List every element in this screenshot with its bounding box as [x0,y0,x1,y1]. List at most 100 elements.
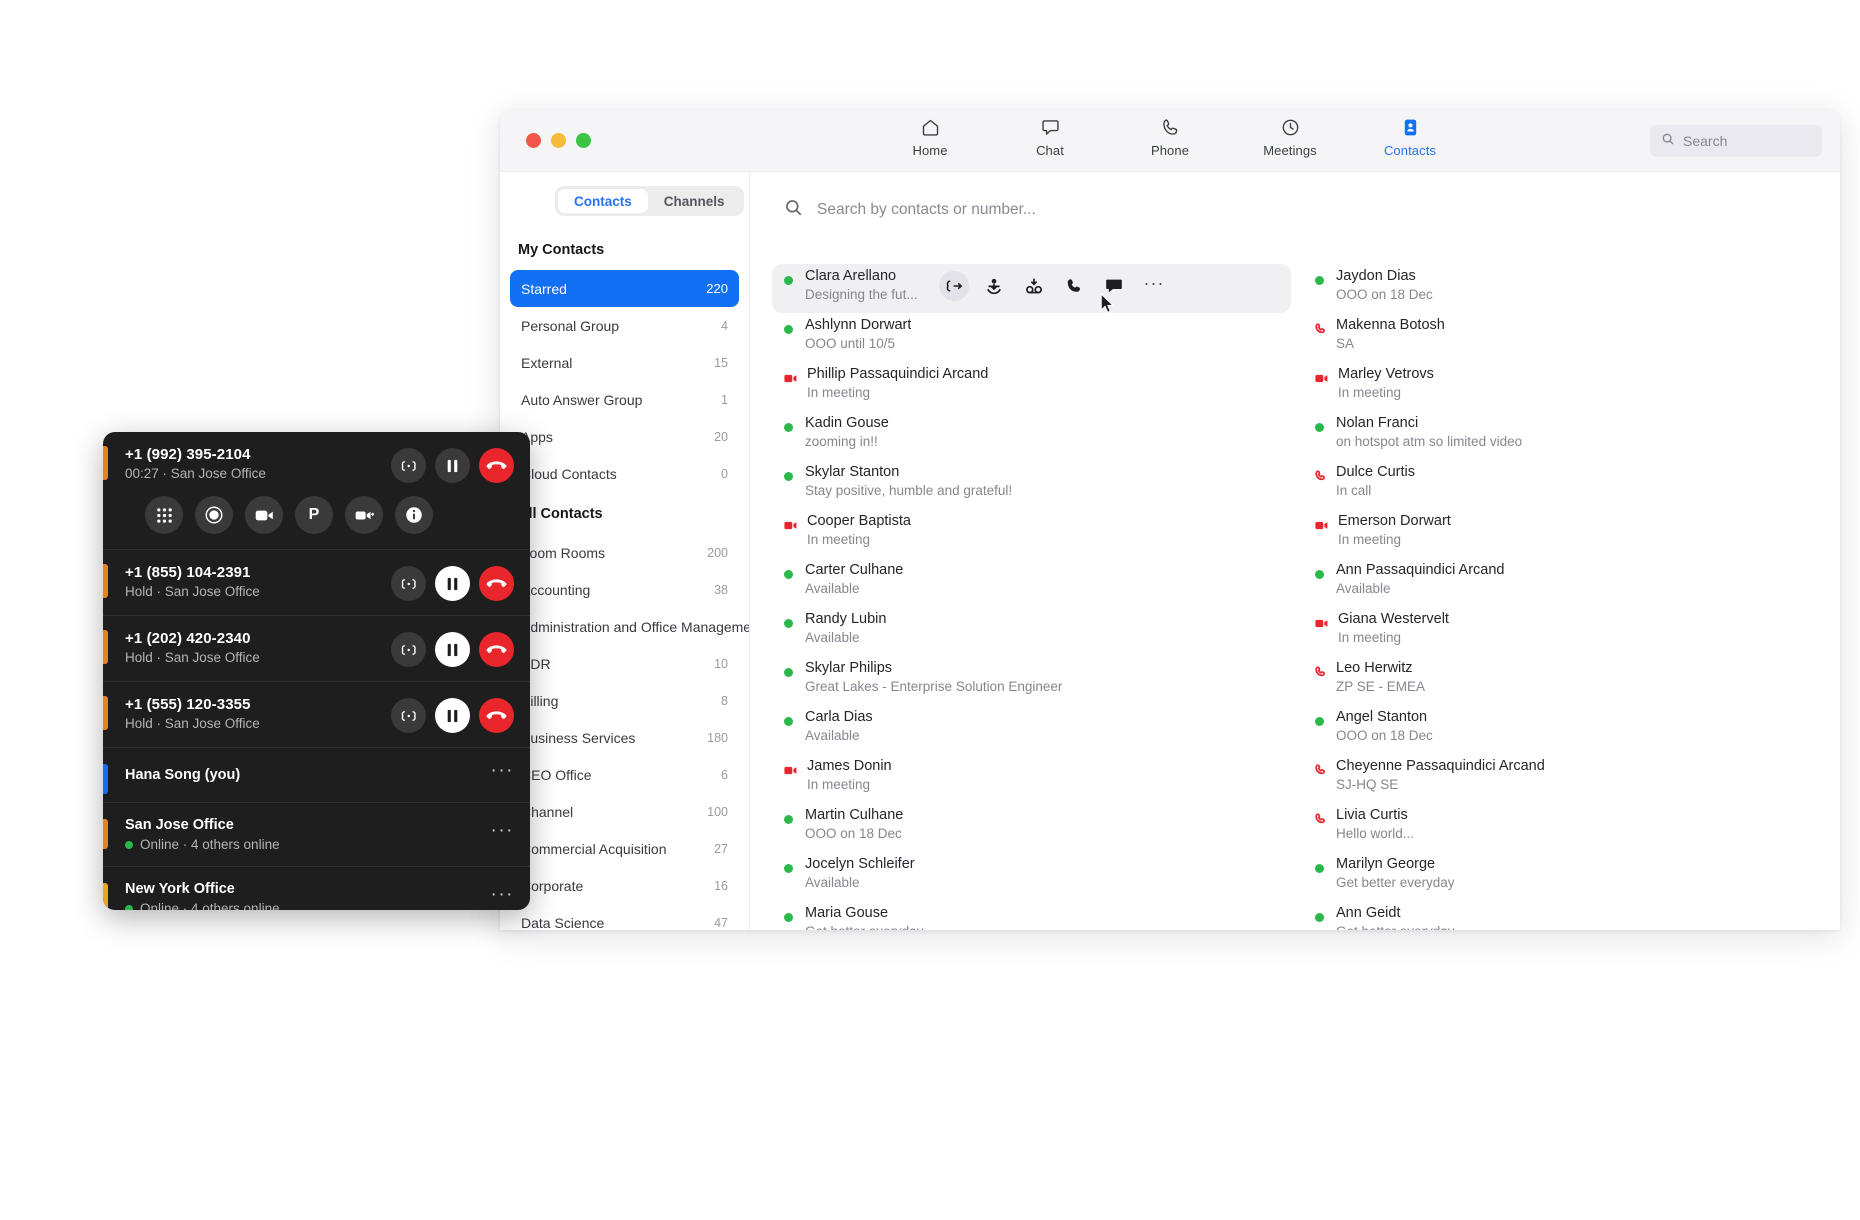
call-transfer-icon[interactable] [939,271,969,301]
line-item-new-york-office[interactable]: New York Office Online · 4 others online… [103,867,530,910]
contact-row[interactable]: Livia CurtisHello world... [1303,803,1822,852]
more-options-icon[interactable]: ··· [1139,271,1169,301]
call-item-hold-2[interactable]: +1 (202) 420-2340 Hold · San Jose Office [103,616,530,681]
contact-row[interactable]: Ashlynn DorwartOOO until 10/5 [772,313,1291,362]
call-item-active[interactable]: +1 (992) 395-2104 00:27 · San Jose Offic… [103,432,530,549]
contact-row[interactable]: Dulce CurtisIn call [1303,460,1822,509]
contact-row[interactable]: Makenna BotoshSA [1303,313,1822,362]
sidebar-item-data-science[interactable]: Data Science 47 [510,904,739,930]
contact-row[interactable]: Cheyenne Passaquindici ArcandSJ-HQ SE [1303,754,1822,803]
main-nav-tabs[interactable]: Home Chat Phone Meetings [500,116,1840,158]
sidebar-item-auto-answer-group[interactable]: Auto Answer Group 1 [510,381,739,418]
call-controls[interactable] [391,632,514,667]
tab-contacts[interactable]: Contacts [558,189,648,213]
call-controls[interactable] [391,698,514,733]
contact-row[interactable]: Ann GeidtGet better everyday [1303,901,1822,930]
voicemail-drop-icon[interactable] [1019,271,1049,301]
info-icon[interactable] [395,496,433,534]
contact-row[interactable]: Skylar PhilipsGreat Lakes - Enterprise S… [772,656,1291,705]
contact-row[interactable]: Martin CulhaneOOO on 18 Dec [772,803,1291,852]
contact-status: Get better everyday [805,923,924,930]
sidebar-item-corporate[interactable]: Corporate 16 [510,867,739,904]
sidebar-item-apps[interactable]: Apps 20 [510,418,739,455]
nav-tab-home[interactable]: Home [887,116,973,158]
video-icon[interactable] [245,496,283,534]
more-options-icon[interactable]: ··· [491,831,514,839]
transfer-call-button[interactable] [391,632,426,667]
contact-row-actions[interactable]: ··· [939,271,1169,301]
contact-row[interactable]: Skylar StantonStay positive, humble and … [772,460,1291,509]
sidebar-item-cloud-contacts[interactable]: Cloud Contacts 0 [510,455,739,492]
nav-tab-meetings[interactable]: Meetings [1247,116,1333,158]
sidebar-item-administration-and-office-management[interactable]: Administration and Office Management 12 [510,608,739,645]
line-item-san-jose-office[interactable]: San Jose Office Online · 4 others online… [103,803,530,866]
sidebar-item-business-services[interactable]: Business Services 180 [510,719,739,756]
record-icon[interactable] [195,496,233,534]
sidebar-item-commercial-acquisition[interactable]: Commercial Acquisition 27 [510,830,739,867]
contact-row[interactable]: Phillip Passaquindici ArcandIn meeting [772,362,1291,411]
transfer-call-button[interactable] [391,698,426,733]
in-call-keypad-row[interactable]: P [125,483,514,549]
end-call-button[interactable] [479,448,514,483]
contact-row[interactable]: Emerson DorwartIn meeting [1303,509,1822,558]
transfer-call-button[interactable] [391,448,426,483]
contact-row[interactable]: Carter CulhaneAvailable [772,558,1291,607]
sidebar-item-starred[interactable]: Starred 220 [510,270,739,307]
contact-row[interactable]: Jocelyn SchleiferAvailable [772,852,1291,901]
resume-call-button[interactable] [435,698,470,733]
end-call-button[interactable] [479,566,514,601]
sidebar-item-apps-count: 20 [714,430,728,444]
transfer-call-button[interactable] [391,566,426,601]
sidebar-item-personal-group[interactable]: Personal Group 4 [510,307,739,344]
resume-call-button[interactable] [435,566,470,601]
contact-row[interactable]: Angel StantonOOO on 18 Dec [1303,705,1822,754]
global-search-box[interactable]: Search [1650,125,1822,157]
sidebar-item-accounting[interactable]: Accounting 38 [510,571,739,608]
contact-row[interactable]: Nolan Francion hotspot atm so limited vi… [1303,411,1822,460]
contact-row[interactable]: Ann Passaquindici ArcandAvailable [1303,558,1822,607]
end-call-button[interactable] [479,698,514,733]
sidebar-item-zoom-rooms[interactable]: Zoom Rooms 200 [510,534,739,571]
nav-tab-contacts[interactable]: Contacts [1367,116,1453,158]
contact-row[interactable]: Randy LubinAvailable [772,607,1291,656]
tab-channels[interactable]: Channels [648,189,741,213]
contact-row[interactable]: Kadin Gousezooming in!! [772,411,1291,460]
contact-row[interactable]: Marilyn GeorgeGet better everyday [1303,852,1822,901]
end-call-button[interactable] [479,632,514,667]
nav-tab-chat[interactable]: Chat [1007,116,1093,158]
online-dot-icon [125,905,133,911]
contact-row[interactable]: Marley VetrovsIn meeting [1303,362,1822,411]
resume-call-button[interactable] [435,632,470,667]
hold-call-button[interactable] [435,448,470,483]
sidebar-item-ceo-office[interactable]: CEO Office 6 [510,756,739,793]
contact-row[interactable]: James DoninIn meeting [772,754,1291,803]
contact-row[interactable]: Maria GouseGet better everyday [772,901,1291,930]
dialpad-icon[interactable] [145,496,183,534]
contact-status: Get better everyday [1336,923,1455,930]
sidebar-item-billing[interactable]: Billing 8 [510,682,739,719]
contact-row[interactable]: Carla DiasAvailable [772,705,1291,754]
home-icon [920,116,941,139]
contact-row[interactable]: Clara ArellanoDesigning the fut...··· [772,264,1291,313]
contact-row[interactable]: Jaydon DiasOOO on 18 Dec [1303,264,1822,313]
contacts-search-bar[interactable]: Search by contacts or number... [750,172,1840,222]
sidebar-segmented-control[interactable]: Contacts Channels [555,186,744,216]
call-controls[interactable] [391,566,514,601]
sidebar-item-external[interactable]: External 15 [510,344,739,381]
nav-tab-phone[interactable]: Phone [1127,116,1213,158]
contact-row[interactable]: Giana WesterveltIn meeting [1303,607,1822,656]
contact-row[interactable]: Leo HerwitzZP SE - EMEA [1303,656,1822,705]
invite-to-meeting-icon[interactable] [979,271,1009,301]
contact-row[interactable]: Cooper BaptistaIn meeting [772,509,1291,558]
phone-call-icon[interactable] [1059,271,1089,301]
sidebar-item-channel[interactable]: Channel 100 [510,793,739,830]
more-options-icon[interactable]: ··· [491,771,514,779]
sidebar-item-bdr[interactable]: BDR 10 [510,645,739,682]
call-controls[interactable] [391,448,514,483]
call-item-hold-3[interactable]: +1 (555) 120-3355 Hold · San Jose Office [103,682,530,747]
call-item-hold-1[interactable]: +1 (855) 104-2391 Hold · San Jose Office [103,550,530,615]
more-options-icon[interactable]: ··· [491,895,514,903]
park-icon[interactable]: P [295,496,333,534]
meet-icon[interactable] [345,496,383,534]
line-item-self[interactable]: Hana Song (you) ··· [103,748,530,802]
